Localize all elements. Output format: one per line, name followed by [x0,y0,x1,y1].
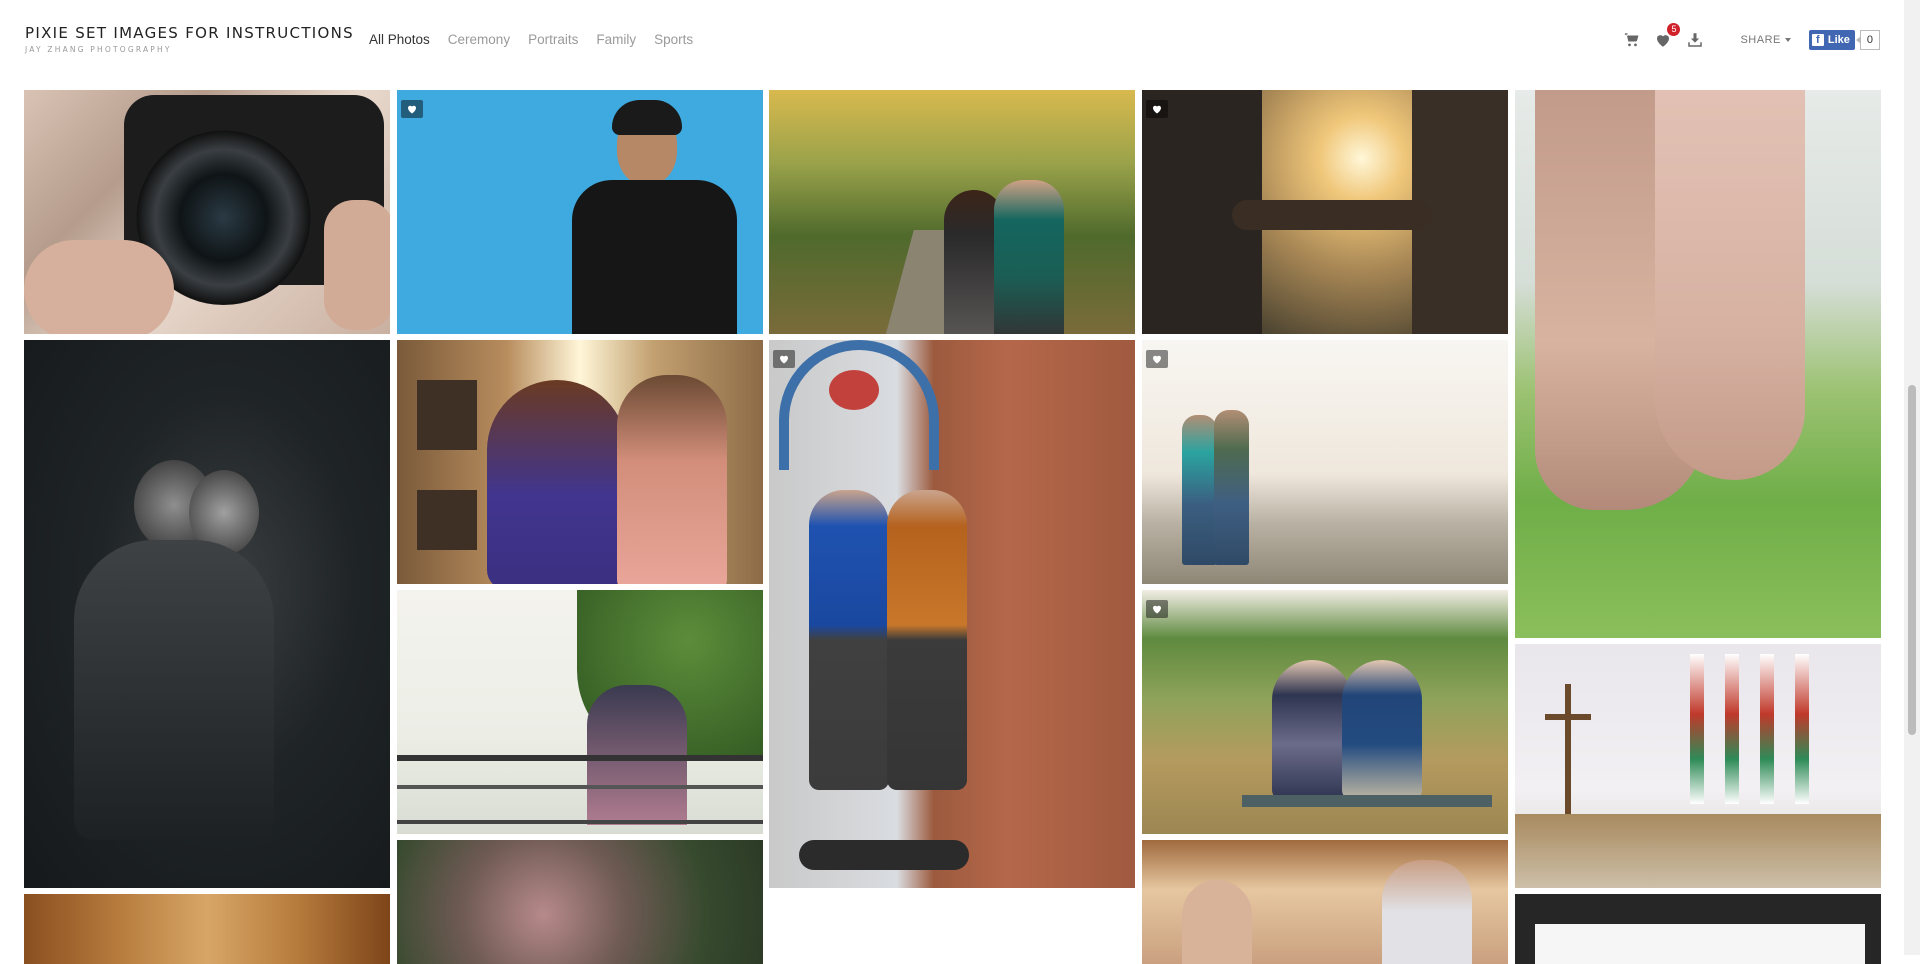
nav-item-family[interactable]: Family [596,32,636,47]
photo-dark-screen[interactable] [1515,894,1881,964]
facebook-icon: f [1811,34,1824,46]
photo-couple-autumn-path[interactable] [769,90,1135,334]
share-label: SHARE [1740,34,1781,46]
category-nav: All Photos Ceremony Portraits Family Spo… [369,32,693,47]
photo-holding-hands-closeup[interactable] [1515,90,1881,638]
heart-icon[interactable]: 5 [1654,23,1681,49]
nav-item-ceremony[interactable]: Ceremony [448,32,510,47]
photo-couple-railing[interactable] [397,590,763,834]
brand-title[interactable]: PIXIE SET IMAGES FOR INSTRUCTIONS [25,24,354,42]
favorite-icon[interactable] [1146,600,1168,618]
photo-church-ceremony[interactable] [1515,644,1881,888]
header-tools: 5 SHARE f Like 0 [1608,23,1880,50]
nav-item-all-photos[interactable]: All Photos [369,32,430,47]
photo-couple-sunflare[interactable] [397,340,763,584]
photo-couple-brick-wall[interactable] [769,340,1135,888]
facebook-like-label: Like [1827,34,1850,46]
facebook-like-widget: f Like 0 [1808,30,1880,50]
brand-subtitle: JAY ZHANG PHOTOGRAPHY [25,45,172,54]
photo-camera-lens[interactable] [24,90,390,334]
cart-icon[interactable] [1622,31,1640,49]
photo-couple-overlook[interactable] [1142,340,1508,584]
photo-pink-flowers[interactable] [397,840,763,964]
nav-item-sports[interactable]: Sports [654,32,693,47]
vertical-scrollbar[interactable] [1904,0,1920,955]
photo-wedding-dance[interactable] [1142,840,1508,964]
favorite-icon[interactable] [773,350,795,368]
chevron-down-icon [1784,38,1791,43]
download-icon[interactable] [1686,31,1704,49]
favorite-icon[interactable] [401,100,423,118]
photo-bw-couple-embrace[interactable] [24,340,390,888]
favorites-count-badge: 5 [1667,23,1681,36]
site-header: PIXIE SET IMAGES FOR INSTRUCTIONS JAY ZH… [0,0,1904,84]
photo-wood-altar[interactable] [24,894,390,964]
facebook-like-button[interactable]: f Like [1808,30,1855,50]
photo-man-blue-wall[interactable] [397,90,763,334]
photo-gallery [0,0,1904,964]
photo-holding-hands-sunset[interactable] [1142,90,1508,334]
favorite-icon[interactable] [1146,350,1168,368]
brand: PIXIE SET IMAGES FOR INSTRUCTIONS JAY ZH… [25,24,354,54]
scrollbar-thumb[interactable] [1908,385,1916,735]
nav-item-portraits[interactable]: Portraits [528,32,578,47]
share-menu-button[interactable]: SHARE [1740,34,1791,46]
facebook-like-count: 0 [1855,30,1880,50]
favorite-icon[interactable] [1146,100,1168,118]
photo-couple-bench[interactable] [1142,590,1508,834]
